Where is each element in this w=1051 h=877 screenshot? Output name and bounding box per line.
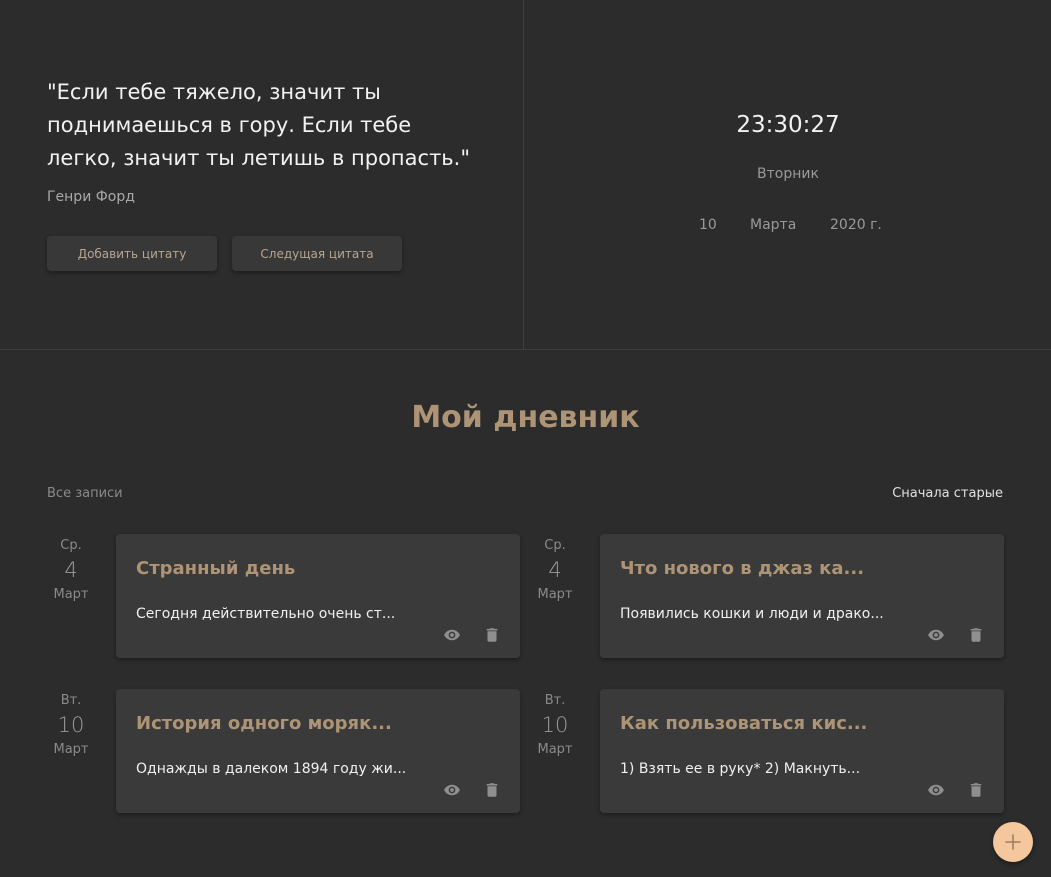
- filter-all-entries[interactable]: Все записи: [47, 486, 123, 501]
- entry-weekday: Ср.: [544, 538, 566, 553]
- entry-title: Странный день: [136, 558, 296, 579]
- sort-order-toggle[interactable]: Сначала старые: [892, 486, 1003, 501]
- entry-day: 4: [548, 558, 562, 582]
- next-quote-button[interactable]: Следущая цитата: [232, 236, 402, 271]
- entry-preview: Однажды в далеком 1894 году жи...: [136, 761, 407, 777]
- entry-day: 10: [57, 713, 85, 737]
- diary-entry-card[interactable]: Странный день Сегодня действительно очен…: [116, 534, 520, 658]
- clock-time: 23:30:27: [736, 112, 840, 138]
- eye-icon[interactable]: [442, 626, 462, 644]
- entry-weekday: Ср.: [60, 538, 82, 553]
- entry-date: Ср. 4 Март: [530, 537, 580, 605]
- clock-year: 2020 г.: [830, 217, 882, 233]
- clock-panel: 23:30:27 Вторник 10 Марта 2020 г.: [525, 0, 1051, 349]
- entry-title: Что нового в джаз ка...: [620, 558, 865, 579]
- diary-entry-card[interactable]: Что нового в джаз ка... Появились кошки …: [600, 534, 1004, 658]
- add-quote-button[interactable]: Добавить цитату: [47, 236, 217, 271]
- entry-date: Вт. 10 Март: [46, 692, 96, 760]
- plus-icon: [1005, 834, 1021, 850]
- eye-icon[interactable]: [926, 626, 946, 644]
- entry-day: 10: [541, 713, 569, 737]
- entry-date: Ср. 4 Март: [46, 537, 96, 605]
- eye-icon[interactable]: [926, 781, 946, 799]
- entry-preview: Появились кошки и люди и драко...: [620, 606, 884, 622]
- eye-icon[interactable]: [442, 781, 462, 799]
- entry-preview: 1) Взять ее в руку* 2) Макнуть...: [620, 761, 861, 777]
- entry-day: 4: [64, 558, 78, 582]
- diary-entry-card[interactable]: Как пользоваться кис... 1) Взять ее в ру…: [600, 689, 1004, 813]
- entry-month: Март: [537, 742, 573, 757]
- clock-weekday: Вторник: [757, 166, 819, 182]
- entry-weekday: Вт.: [60, 693, 82, 708]
- entry-month: Март: [537, 587, 573, 602]
- quote-text: "Если тебе тяжело, значит ты поднимаешьс…: [47, 80, 471, 170]
- entry-title: История одного моряк...: [136, 713, 392, 734]
- clock-month: Марта: [750, 217, 797, 233]
- entry-preview: Сегодня действительно очень ст...: [136, 606, 396, 622]
- trash-icon[interactable]: [966, 626, 986, 644]
- diary-title: Мой дневник: [411, 400, 640, 435]
- entry-date: Вт. 10 Март: [530, 692, 580, 760]
- quote-panel: "Если тебе тяжело, значит ты поднимаешьс…: [0, 0, 524, 349]
- diary-entry-card[interactable]: История одного моряк... Однажды в далеко…: [116, 689, 520, 813]
- entry-month: Март: [53, 587, 89, 602]
- trash-icon[interactable]: [482, 781, 502, 799]
- trash-icon[interactable]: [482, 626, 502, 644]
- quote-author: Генри Форд: [47, 189, 135, 205]
- clock-day-number: 10: [699, 217, 717, 233]
- add-entry-button[interactable]: [993, 822, 1033, 862]
- trash-icon[interactable]: [966, 781, 986, 799]
- header-section: "Если тебе тяжело, значит ты поднимаешьс…: [0, 0, 1051, 350]
- entry-month: Март: [53, 742, 89, 757]
- entry-title: Как пользоваться кис...: [620, 713, 868, 734]
- entry-weekday: Вт.: [544, 693, 566, 708]
